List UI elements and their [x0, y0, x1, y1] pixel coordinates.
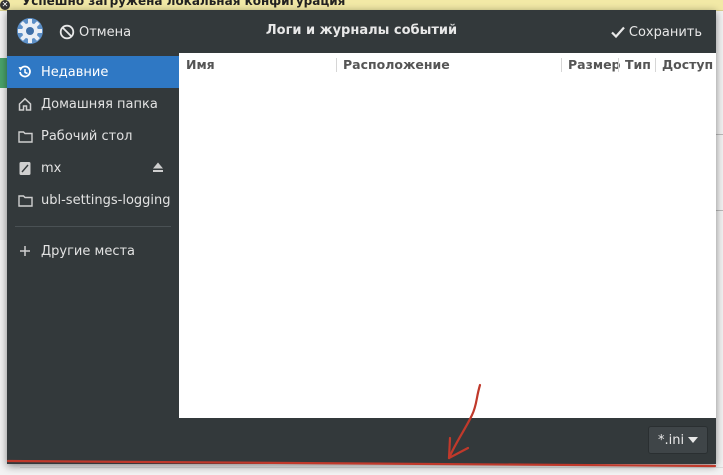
divider: [715, 134, 723, 135]
sidebar-item-label: mx: [41, 160, 62, 176]
sidebar-item-label: ubl-settings-logging: [41, 192, 171, 208]
sidebar-item-label: Недавние: [41, 64, 109, 80]
sidebar-item-label: Другие места: [41, 243, 136, 259]
column-divider[interactable]: [561, 58, 562, 72]
column-header-access[interactable]: Доступ: [662, 53, 713, 77]
home-icon: [17, 96, 33, 112]
sidebar-item-mx[interactable]: mx: [7, 152, 179, 184]
sidebar-item-label: Домашняя папка: [41, 96, 158, 112]
column-divider[interactable]: [618, 58, 619, 72]
file-filter-value: *.ini: [658, 432, 685, 448]
divider: [715, 210, 723, 211]
file-list[interactable]: Имя Расположение Размер Тип Доступ: [179, 53, 716, 418]
eject-icon[interactable]: [152, 161, 164, 173]
file-chooser-dialog: Отмена Логи и журналы событий Сохранить …: [7, 10, 716, 464]
sidebar-item-desktop[interactable]: Рабочий стол: [7, 120, 179, 152]
recent-icon: [17, 64, 33, 80]
column-header-name[interactable]: Имя: [186, 53, 215, 77]
drive-icon: [17, 160, 33, 176]
sidebar-item-home[interactable]: Домашняя папка: [7, 88, 179, 120]
file-filter-dropdown[interactable]: *.ini: [648, 426, 708, 454]
sidebar-item-ubl-settings-logging[interactable]: ubl-settings-logging: [7, 184, 179, 216]
plus-icon: [17, 243, 33, 259]
sidebar-item-label: Рабочий стол: [41, 128, 133, 144]
column-header-type[interactable]: Тип: [625, 53, 651, 77]
save-label: Сохранить: [628, 24, 702, 40]
chevron-down-icon: [688, 437, 698, 443]
dialog-footer: *.ini: [7, 418, 716, 464]
close-icon[interactable]: ✕: [0, 0, 10, 10]
column-header-size[interactable]: Размер: [568, 53, 621, 77]
sidebar-divider: [15, 226, 171, 227]
places-sidebar: Недавние Домашняя папка Рабочий стол mx …: [7, 53, 179, 418]
folder-icon: [17, 192, 33, 208]
sidebar-item-recent[interactable]: Недавние: [7, 56, 179, 88]
column-header-location[interactable]: Расположение: [343, 53, 450, 77]
status-banner-text: Успешно загружена локальная конфигурация: [22, 0, 346, 8]
divider: [20, 467, 723, 468]
column-divider[interactable]: [655, 58, 656, 72]
checkmark-icon: [611, 26, 625, 39]
folder-icon: [17, 128, 33, 144]
sidebar-item-other-locations[interactable]: Другие места: [7, 235, 179, 267]
save-button[interactable]: Сохранить: [610, 21, 702, 43]
column-divider[interactable]: [336, 58, 337, 72]
dialog-titlebar: Отмена Логи и журналы событий Сохранить: [7, 10, 716, 53]
